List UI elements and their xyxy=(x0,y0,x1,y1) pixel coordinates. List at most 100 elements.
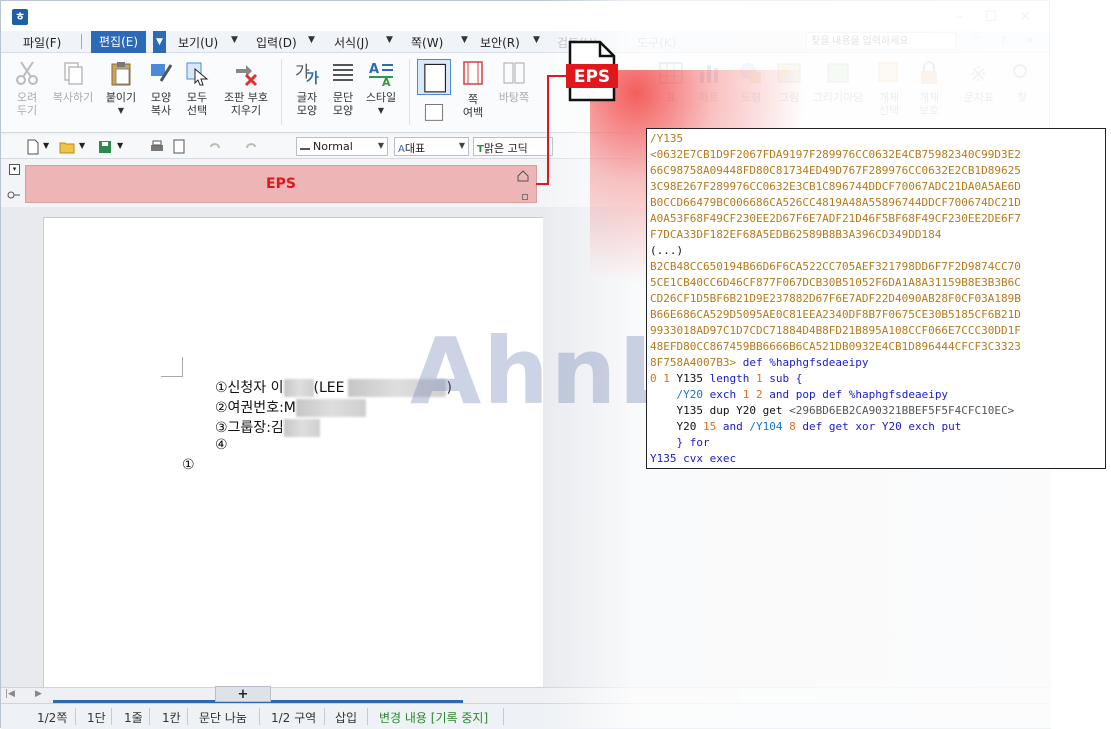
font-kind-value: 대표 xyxy=(404,142,426,155)
page-margin-button[interactable]: 쪽 여백 xyxy=(453,59,493,119)
menu-insert[interactable]: 입력(D) xyxy=(256,34,297,51)
group-leader-label: ③그룹장:김 xyxy=(215,420,284,436)
shape-button[interactable]: 도형 xyxy=(731,59,771,104)
copy-icon xyxy=(64,62,83,85)
status-page[interactable]: 1/2쪽 xyxy=(37,709,67,726)
menu-format[interactable]: 서식(J) xyxy=(334,34,369,51)
status-insert[interactable]: 삽입 xyxy=(335,709,357,726)
menu-file[interactable]: 파일(F) xyxy=(23,34,61,51)
table-button[interactable]: 표 xyxy=(651,59,691,104)
clear-codes-label: 조판 부호 지우기 xyxy=(224,91,268,117)
symbol-icon: ※ xyxy=(970,62,987,86)
status-track-changes[interactable]: 변경 내용 [기록 중지] xyxy=(379,709,488,726)
chevron-down-icon[interactable]: ▼ xyxy=(386,35,393,45)
chevron-down-icon[interactable]: ▼ xyxy=(79,141,85,150)
code-var: Y20 xyxy=(676,420,697,433)
code-name: /Y20 xyxy=(676,388,704,401)
menu-tools[interactable]: 도구(K) xyxy=(637,34,676,51)
symbol-label: 문자표 xyxy=(963,91,995,104)
doc-line-group-leader[interactable]: ③그룹장:김 xyxy=(215,417,320,437)
copy-button[interactable]: 복사하기 xyxy=(49,59,97,104)
search-input[interactable] xyxy=(806,32,956,50)
object-select-button[interactable]: 개체 선택 xyxy=(869,59,909,117)
document-page[interactable] xyxy=(43,217,543,687)
symbol-button[interactable]: ※ 문자표 xyxy=(959,59,999,104)
add-page-icon[interactable]: + xyxy=(215,686,271,702)
style-button[interactable]: AA 스타일 ▼ xyxy=(361,59,401,117)
char-shape-icon: 가가 xyxy=(295,62,319,87)
object-protect-button[interactable]: 개체 보호 xyxy=(909,59,949,117)
preview-icon[interactable] xyxy=(171,139,187,155)
open-folder-icon[interactable] xyxy=(59,139,75,155)
chevron-down-icon[interactable]: ▼ xyxy=(378,141,384,150)
applicant-label: ①신청자 이 xyxy=(215,380,284,396)
redo-icon[interactable] xyxy=(243,139,259,155)
minimize-icon[interactable]: – xyxy=(956,9,963,25)
paste-label: 붙이기 xyxy=(105,91,137,104)
background-page-button[interactable]: 바탕쪽 xyxy=(495,59,533,104)
eps-object-bar[interactable]: EPS xyxy=(25,165,537,203)
drawing-button[interactable]: 그리기마당 xyxy=(809,59,867,104)
clear-format-icon xyxy=(236,65,258,87)
code-line: F7DCA33DF182EF68A5EDB62589B8B3A396CD349D… xyxy=(650,228,942,241)
format-copy-button[interactable]: 모양 복사 xyxy=(141,59,181,117)
cut-button[interactable]: 오려 두기 xyxy=(7,59,47,117)
ribbon-collapse-icon[interactable]: ⌃ xyxy=(972,34,981,47)
find-button[interactable]: 찾 xyxy=(1007,59,1037,104)
close-doc-icon[interactable]: ✕ xyxy=(1025,34,1034,47)
scroll-first-icon[interactable]: |◀ xyxy=(5,689,15,699)
memo-toggle-icon[interactable]: ▾ xyxy=(9,164,20,175)
status-bar: 1/2쪽 1단 1줄 1칸 문단 나눔 1/2 구역 삽입 변경 내용 [기록 … xyxy=(1,703,1051,729)
chevron-down-icon[interactable]: ▼ xyxy=(461,35,468,45)
chevron-down-icon[interactable]: ▼ xyxy=(43,141,49,150)
doc-line-applicant[interactable]: ①신청자 이 (LEE) xyxy=(215,377,452,397)
picture-button[interactable]: 그림 xyxy=(769,59,809,104)
page-layout-button[interactable] xyxy=(415,59,453,99)
doc-line-passport[interactable]: ②여권번호:M xyxy=(215,397,366,417)
code-line: /Y20 exch 1 2 and pop def %haphgfsdeaeip… xyxy=(650,387,1102,403)
chevron-down-icon[interactable]: ▼ xyxy=(117,141,123,150)
help-icon[interactable]: ? xyxy=(1000,34,1006,47)
select-all-label: 모두 선택 xyxy=(186,91,208,117)
home-icon[interactable] xyxy=(516,169,530,183)
menu-security[interactable]: 보안(R) xyxy=(480,34,520,51)
status-line: 1줄 xyxy=(124,711,143,725)
maximize-icon[interactable]: ☐ xyxy=(985,9,998,25)
undo-icon[interactable] xyxy=(207,139,223,155)
code-op: and pop def %haphgfsdeaeipy xyxy=(769,388,949,401)
code-num: 1 xyxy=(756,372,763,385)
picture-label: 그림 xyxy=(778,91,800,104)
status-divider xyxy=(367,708,368,725)
new-document-icon[interactable] xyxy=(25,139,41,155)
menu-edit-dropdown-icon[interactable]: ▼ xyxy=(153,31,166,53)
menu-edit[interactable]: 편집(E) xyxy=(91,31,147,53)
close-icon[interactable]: ✕ xyxy=(1019,9,1031,25)
paste-button[interactable]: 붙이기 ▼ xyxy=(101,59,141,117)
code-line: CD26CF1D5BF6B21D9E237882D67F6E7ADF22D409… xyxy=(650,292,1021,305)
clear-codes-button[interactable]: 조판 부호 지우기 xyxy=(217,59,275,117)
char-shape-label: 글자 모양 xyxy=(296,91,318,117)
doc-line-item1[interactable]: ① xyxy=(182,457,195,473)
chevron-down-icon[interactable]: ▼ xyxy=(308,35,315,45)
save-icon[interactable] xyxy=(97,139,113,155)
resize-handle-icon[interactable] xyxy=(522,194,528,200)
select-all-button[interactable]: 모두 선택 xyxy=(177,59,217,117)
char-shape-button[interactable]: 가가 글자 모양 xyxy=(287,59,327,117)
scroll-next-icon[interactable]: ▶ xyxy=(35,689,42,699)
menu-view[interactable]: 보기(U) xyxy=(178,34,218,51)
para-shape-button[interactable]: 문단 모양 xyxy=(323,59,363,117)
style-select[interactable]: Normal ▼ xyxy=(296,137,388,156)
page-small-icon[interactable] xyxy=(417,103,451,128)
chevron-down-icon[interactable]: ▼ xyxy=(533,35,540,45)
menu-page[interactable]: 쪽(W) xyxy=(411,34,443,51)
style-glyph-icon xyxy=(300,140,310,150)
horizontal-scrollbar[interactable]: |◀ ▶ + xyxy=(1,686,1051,703)
font-kind-select[interactable]: A대표 ▼ xyxy=(394,137,469,156)
chevron-down-icon[interactable]: ▼ xyxy=(459,141,465,150)
chevron-down-icon[interactable]: ▼ xyxy=(231,35,238,45)
eps-bar-label: EPS xyxy=(266,176,296,192)
doc-line-item4[interactable]: ④ xyxy=(215,437,228,453)
ribbon-divider xyxy=(281,59,282,125)
chart-button[interactable]: 차트 xyxy=(689,59,729,104)
print-icon[interactable] xyxy=(149,139,165,155)
